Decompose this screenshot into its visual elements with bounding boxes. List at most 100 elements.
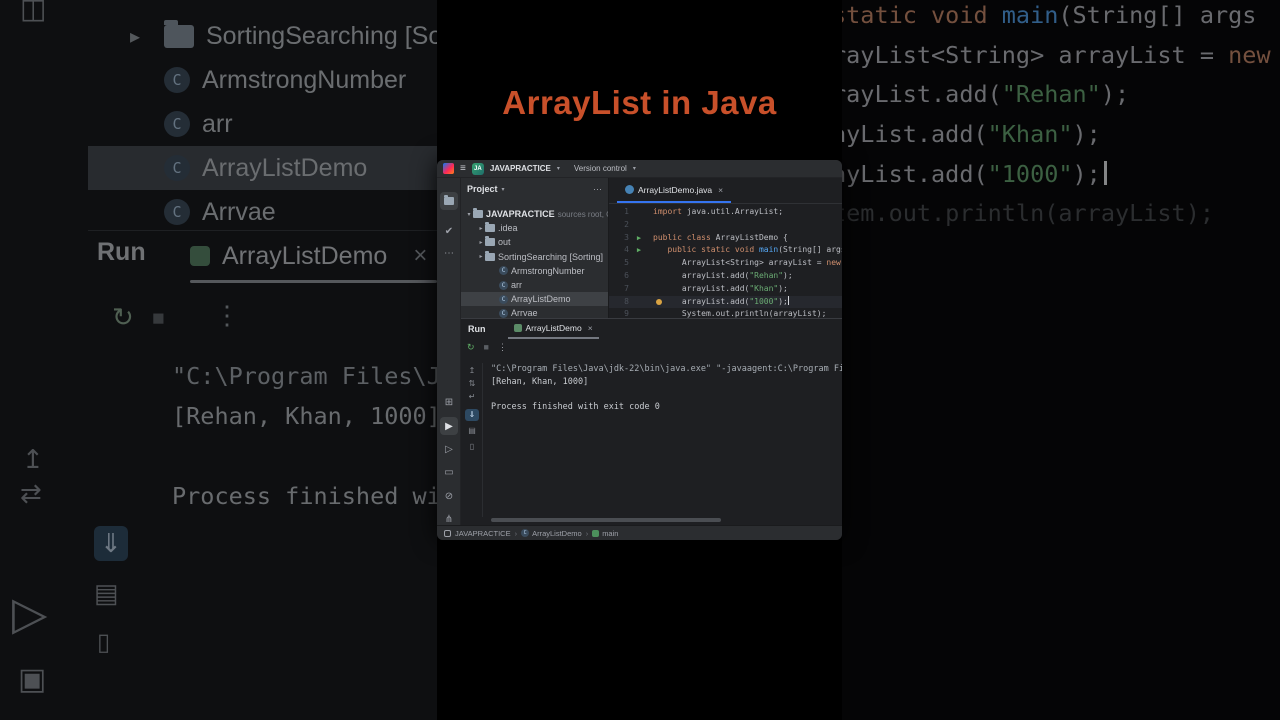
code-token: rayList<String> arrayList =: [842, 41, 1229, 69]
code-token: (String[] args) {: [778, 245, 842, 255]
run-gutter-icon[interactable]: ▶: [634, 232, 644, 245]
debug-icon[interactable]: ▷: [440, 440, 458, 458]
project-tree-item[interactable]: ▸ SortingSearching [Sorting]: [461, 250, 608, 264]
run-panel: Run ArrayListDemo × ↻ ■ ⋮ ↥ ⇅ ↵ ⇓ ▤ ▯ "C:\Progr…: [461, 318, 842, 525]
editor-tab-label: ArrayListDemo.java: [638, 184, 713, 195]
class-icon: C: [164, 155, 190, 181]
close-icon: ×: [413, 242, 428, 269]
project-selector[interactable]: JAVAPRACTICE: [490, 164, 551, 173]
code-line[interactable]: 8 arrayList.add("1000");: [609, 295, 842, 309]
chevron-icon: ▸: [479, 239, 483, 246]
project-tree-item[interactable]: ▸ .idea: [461, 221, 608, 235]
ide-window: ≡ JA JAVAPRACTICE ▾ Version control ▾ ✔ ⋯…: [437, 160, 842, 540]
class-icon: C: [164, 67, 190, 93]
chevron-right-icon: ›: [514, 528, 518, 538]
bg-console-line: "C:\Program Files\J: [172, 362, 437, 390]
code-line[interactable]: 2: [609, 219, 842, 232]
swap-icon: ⇄: [20, 478, 42, 508]
rerun-icon[interactable]: ↻: [467, 342, 475, 353]
project-panel-title[interactable]: Project: [467, 184, 498, 194]
code-line[interactable]: 6 arrayList.add("Rehan");: [609, 270, 842, 283]
bg-tree-item: C Arrvae: [88, 190, 437, 234]
code-line[interactable]: 3 ▶ public class ArrayListDemo {: [609, 232, 842, 245]
vcs-widget[interactable]: Version control: [574, 164, 627, 173]
more-icon[interactable]: ⋮: [498, 342, 507, 353]
video-title: ArrayList in Java: [502, 84, 777, 121]
run-tab-label: ArrayListDemo: [525, 323, 582, 333]
stop-icon[interactable]: ■: [484, 342, 489, 352]
code-line[interactable]: 4 ▶ public static void main(String[] args…: [609, 244, 842, 257]
code-token: );: [1072, 120, 1101, 148]
problems-icon[interactable]: ⊘: [440, 487, 458, 505]
code-text: arrayList.add("Rehan");: [653, 270, 793, 283]
print-icon[interactable]: ▤: [465, 425, 479, 437]
tree-item-label: Arrvae: [511, 308, 538, 318]
folder-icon: [444, 195, 454, 205]
close-icon[interactable]: ×: [718, 185, 723, 195]
run-gutter-icon[interactable]: ▶: [634, 244, 644, 257]
code-token: arrayList.add(: [653, 283, 750, 293]
bg-tree-item: Carr: [88, 102, 437, 146]
run-console[interactable]: "C:\Program Files\Java\jdk-22\bin\java.e…: [491, 363, 842, 515]
close-icon[interactable]: ×: [588, 323, 593, 333]
code-token: import: [653, 207, 687, 216]
code-editor[interactable]: 1 import java.util.ArrayList; 2 3 ▶ public cl…: [609, 204, 842, 318]
project-tree-item[interactable]: C ArmstrongNumber: [461, 264, 608, 278]
run-tab[interactable]: ArrayListDemo ×: [507, 319, 599, 339]
breadcrumb-method[interactable]: main: [602, 529, 618, 538]
class-icon: C: [499, 294, 508, 304]
line-number: 7: [624, 283, 629, 293]
project-tree-item[interactable]: C Arrvae: [461, 306, 608, 318]
down-icon[interactable]: ⇅: [465, 378, 479, 390]
code-token: ayList.add(: [842, 120, 988, 148]
chevron-down-icon: ▾: [556, 166, 560, 172]
tree-item-label: arr: [511, 280, 522, 291]
clear-icon[interactable]: ▯: [465, 441, 479, 453]
scroll-end-icon[interactable]: ⇓: [465, 409, 479, 421]
up-icon[interactable]: ↥: [465, 365, 479, 377]
tree-item-label: SortingSearching [Sorting]: [498, 251, 604, 262]
code-token: new: [1228, 41, 1271, 69]
project-panel-header: Project ▾ ⋯: [461, 178, 608, 200]
ide-titlebar: ≡ JA JAVAPRACTICE ▾ Version control ▾: [437, 160, 842, 178]
code-token: );: [778, 296, 788, 306]
code-line[interactable]: 5 ArrayList<String> arrayList = new: [609, 257, 842, 270]
run-panel-title[interactable]: Run: [468, 324, 486, 334]
more-tools-icon[interactable]: ⋯: [440, 244, 458, 262]
project-tree-item[interactable]: ▾ JAVAPRACTICEsources root, C:\: [461, 207, 608, 221]
build-icon[interactable]: ⊞: [440, 393, 458, 411]
code-line[interactable]: 1 import java.util.ArrayList;: [609, 206, 842, 219]
code-line[interactable]: 7 arrayList.add("Khan");: [609, 283, 842, 296]
project-icon[interactable]: [440, 192, 458, 210]
commit-icon[interactable]: ✔: [440, 222, 458, 240]
project-tree-item[interactable]: Carr: [461, 278, 608, 292]
project-tree-item[interactable]: C ArrayListDemo: [461, 292, 608, 307]
editor-tab[interactable]: ArrayListDemo.java ×: [617, 178, 732, 203]
run-tool-icon[interactable]: ▶: [440, 417, 458, 435]
code-token: rayList.add(: [842, 80, 1002, 108]
code-token: tem.out.println(arrayList);: [842, 199, 1215, 227]
text-cursor: [1103, 161, 1107, 185]
code-token: "Khan": [749, 283, 779, 293]
project-tree-item[interactable]: ▸ out: [461, 235, 608, 249]
hamburger-menu-icon[interactable]: ≡: [460, 163, 466, 174]
code-text: arrayList.add("Khan");: [653, 283, 788, 296]
line-number: 9: [624, 309, 629, 318]
breadcrumb-class[interactable]: ArrayListDemo: [532, 529, 582, 538]
tree-item-label: ArmstrongNumber: [202, 65, 407, 94]
code-line[interactable]: 9 System.out.println(arrayList);: [609, 308, 842, 318]
terminal-icon[interactable]: ▭: [440, 463, 458, 481]
softwrap-icon[interactable]: ↵: [465, 391, 479, 403]
console-scrollbar[interactable]: [491, 518, 721, 522]
code-token: );: [778, 283, 788, 293]
more-icon[interactable]: ⋯: [593, 184, 602, 195]
breadcrumb-project[interactable]: JAVAPRACTICE: [455, 529, 511, 538]
code-token: System.out.println(arrayList);: [653, 309, 827, 318]
run-config-icon: [513, 324, 522, 332]
code-text: ArrayList<String> arrayList = new: [653, 257, 841, 270]
code-token: public static void: [667, 245, 759, 255]
chevron-icon: ▾: [467, 211, 471, 218]
code-token: "1000": [749, 296, 779, 306]
bg-console-line: [Rehan, Khan, 1000]: [172, 402, 437, 430]
code-token: "Khan": [987, 120, 1073, 148]
